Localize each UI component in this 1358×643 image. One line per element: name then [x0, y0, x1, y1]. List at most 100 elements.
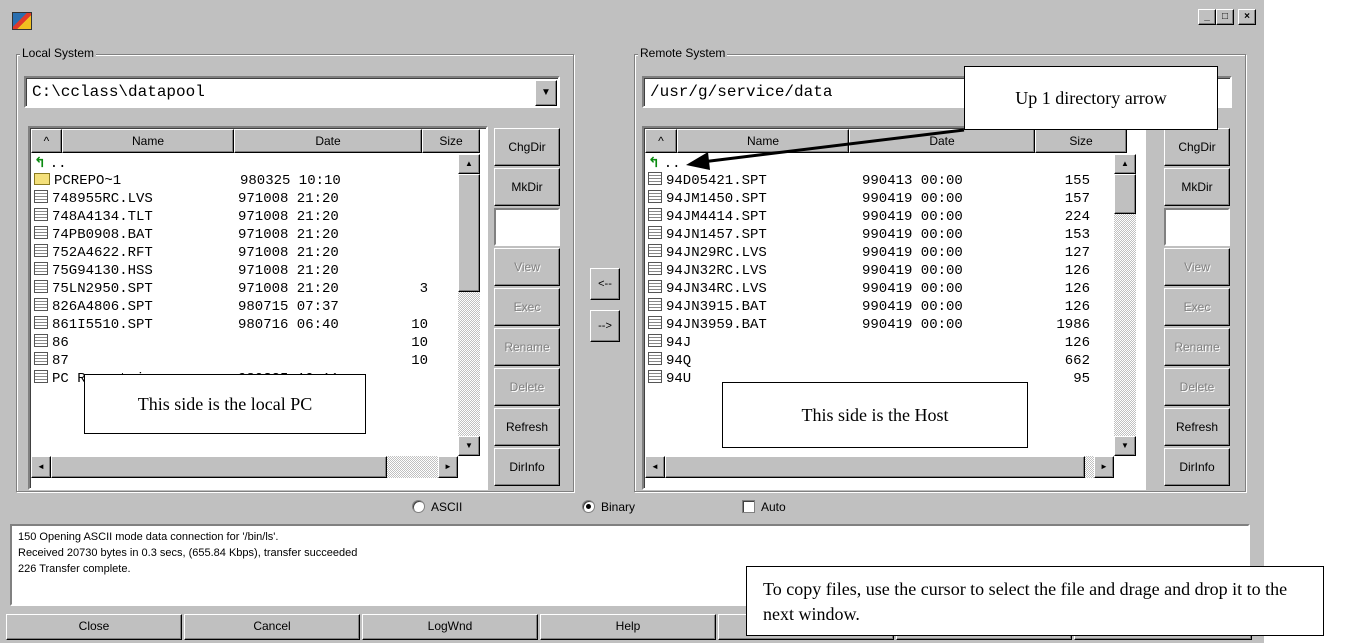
file-row[interactable]: 94JM1450.SPT 990419 00:00 157	[648, 190, 1112, 208]
remote-path-text: /usr/g/service/data	[650, 83, 833, 101]
file-size: 126	[1064, 281, 1090, 297]
file-name: 94JN1457.SPT	[666, 227, 767, 243]
local-scroll-right-icon[interactable]: ►	[438, 456, 458, 478]
local-delete-button[interactable]: Delete	[494, 368, 560, 406]
remote-command-input[interactable]	[1164, 208, 1230, 246]
local-size-header[interactable]: Size	[422, 129, 480, 153]
remote-size-header[interactable]: Size	[1035, 129, 1127, 153]
file-size: 157	[1064, 191, 1090, 207]
remote-scroll-up-icon[interactable]: ▲	[1114, 154, 1136, 174]
close-button[interactable]: Close	[6, 614, 182, 640]
file-size: 153	[1064, 227, 1090, 243]
cancel-button[interactable]: Cancel	[184, 614, 360, 640]
copy-to-local-button[interactable]: <--	[590, 268, 620, 300]
file-name: 826A4806.SPT	[52, 299, 153, 315]
remote-delete-button[interactable]: Delete	[1164, 368, 1230, 406]
file-name: PCREPO~1	[54, 173, 122, 189]
up-directory-icon: ↰	[648, 155, 660, 171]
local-scroll-down-icon[interactable]: ▼	[458, 436, 480, 456]
file-row[interactable]: 748955RC.LVS 971008 21:20	[34, 190, 454, 208]
file-row[interactable]: 86 10	[34, 334, 454, 352]
logwnd-button[interactable]: LogWnd	[362, 614, 538, 640]
file-name: 94JN3915.BAT	[666, 299, 767, 315]
local-mkdir-button[interactable]: MkDir	[494, 168, 560, 206]
remote-exec-button[interactable]: Exec	[1164, 288, 1230, 326]
file-icon	[34, 298, 48, 311]
help-button[interactable]: Help	[540, 614, 716, 640]
local-command-input[interactable]	[494, 208, 560, 246]
ascii-radio[interactable]: ASCII	[412, 500, 462, 514]
local-rename-button[interactable]: Rename	[494, 328, 560, 366]
close-window-button[interactable]: ×	[1238, 9, 1256, 25]
remote-scroll-right-icon[interactable]: ►	[1094, 456, 1114, 478]
file-row[interactable]: 94JN1457.SPT 990419 00:00 153	[648, 226, 1112, 244]
file-name: 94J	[666, 335, 692, 351]
file-icon	[34, 262, 48, 275]
file-row[interactable]: ↰..	[34, 154, 454, 172]
remote-rows: ↰.. 94D05421.SPT 990413 00:00 155 94JM1450.S…	[648, 154, 1112, 388]
file-size: 10	[411, 317, 428, 333]
remote-scroll-thumb[interactable]	[1114, 174, 1136, 214]
file-row[interactable]: 94JN34RC.LVS 990419 00:00 126	[648, 280, 1112, 298]
copy-instructions-callout: To copy files, use the cursor to select …	[746, 566, 1324, 636]
file-icon	[34, 190, 48, 203]
remote-chgdir-button[interactable]: ChgDir	[1164, 128, 1230, 166]
file-row[interactable]: 94JN29RC.LVS 990419 00:00 127	[648, 244, 1112, 262]
file-icon	[648, 298, 662, 311]
file-row[interactable]: 861I5510.SPT 980716 06:40 10	[34, 316, 454, 334]
file-row[interactable]: PCREPO~1 980325 10:10	[34, 172, 454, 190]
file-row[interactable]: 826A4806.SPT 980715 07:37	[34, 298, 454, 316]
file-row[interactable]: 752A4622.RFT 971008 21:20	[34, 244, 454, 262]
local-hscroll-thumb[interactable]	[51, 456, 387, 478]
maximize-button[interactable]: □	[1216, 9, 1234, 25]
remote-view-button[interactable]: View	[1164, 248, 1230, 286]
remote-scroll-left-icon[interactable]: ◄	[645, 456, 665, 478]
file-icon	[34, 370, 48, 383]
file-icon	[34, 334, 48, 347]
local-scroll-thumb[interactable]	[458, 174, 480, 292]
file-row[interactable]: 94JM4414.SPT 990419 00:00 224	[648, 208, 1112, 226]
local-path-combo[interactable]: C:\cclass\datapool	[24, 76, 560, 108]
local-name-header[interactable]: Name	[62, 129, 234, 153]
file-name: 75G94130.HSS	[52, 263, 153, 279]
file-date: 990419 00:00	[862, 299, 963, 315]
remote-hscroll-thumb[interactable]	[665, 456, 1085, 478]
file-size: 1986	[1056, 317, 1090, 333]
file-name: 94JM1450.SPT	[666, 191, 767, 207]
local-refresh-button[interactable]: Refresh	[494, 408, 560, 446]
local-path-dropdown-icon[interactable]: ▼	[535, 80, 557, 106]
file-row[interactable]: 94JN3915.BAT 990419 00:00 126	[648, 298, 1112, 316]
file-row[interactable]: 75LN2950.SPT 971008 21:20 3	[34, 280, 454, 298]
up-directory-icon: ↰	[34, 155, 46, 171]
local-sort-header[interactable]: ^	[31, 129, 62, 153]
remote-refresh-button[interactable]: Refresh	[1164, 408, 1230, 446]
file-row[interactable]: 94JN32RC.LVS 990419 00:00 126	[648, 262, 1112, 280]
local-view-button[interactable]: View	[494, 248, 560, 286]
file-size: 10	[411, 335, 428, 351]
remote-scroll-down-icon[interactable]: ▼	[1114, 436, 1136, 456]
minimize-button[interactable]: _	[1198, 9, 1216, 25]
auto-checkbox[interactable]: Auto	[742, 500, 786, 514]
local-pc-callout: This side is the local PC	[84, 374, 366, 434]
local-chgdir-button[interactable]: ChgDir	[494, 128, 560, 166]
copy-to-remote-button[interactable]: -->	[590, 310, 620, 342]
local-scroll-left-icon[interactable]: ◄	[31, 456, 51, 478]
local-scroll-up-icon[interactable]: ▲	[458, 154, 480, 174]
local-exec-button[interactable]: Exec	[494, 288, 560, 326]
file-name: 94JN34RC.LVS	[666, 281, 767, 297]
local-date-header[interactable]: Date	[234, 129, 422, 153]
file-size: 10	[411, 353, 428, 369]
file-icon	[34, 244, 48, 257]
binary-radio[interactable]: Binary	[582, 500, 635, 514]
remote-rename-button[interactable]: Rename	[1164, 328, 1230, 366]
file-row[interactable]: 94JN3959.BAT 990419 00:00 1986	[648, 316, 1112, 334]
file-row[interactable]: 94J 126	[648, 334, 1112, 352]
remote-dirinfo-button[interactable]: DirInfo	[1164, 448, 1230, 486]
file-row[interactable]: 87 10	[34, 352, 454, 370]
file-row[interactable]: 94Q 662	[648, 352, 1112, 370]
remote-mkdir-button[interactable]: MkDir	[1164, 168, 1230, 206]
local-dirinfo-button[interactable]: DirInfo	[494, 448, 560, 486]
file-row[interactable]: 748A4134.TLT 971008 21:20	[34, 208, 454, 226]
file-row[interactable]: 74PB0908.BAT 971008 21:20	[34, 226, 454, 244]
file-row[interactable]: 75G94130.HSS 971008 21:20	[34, 262, 454, 280]
